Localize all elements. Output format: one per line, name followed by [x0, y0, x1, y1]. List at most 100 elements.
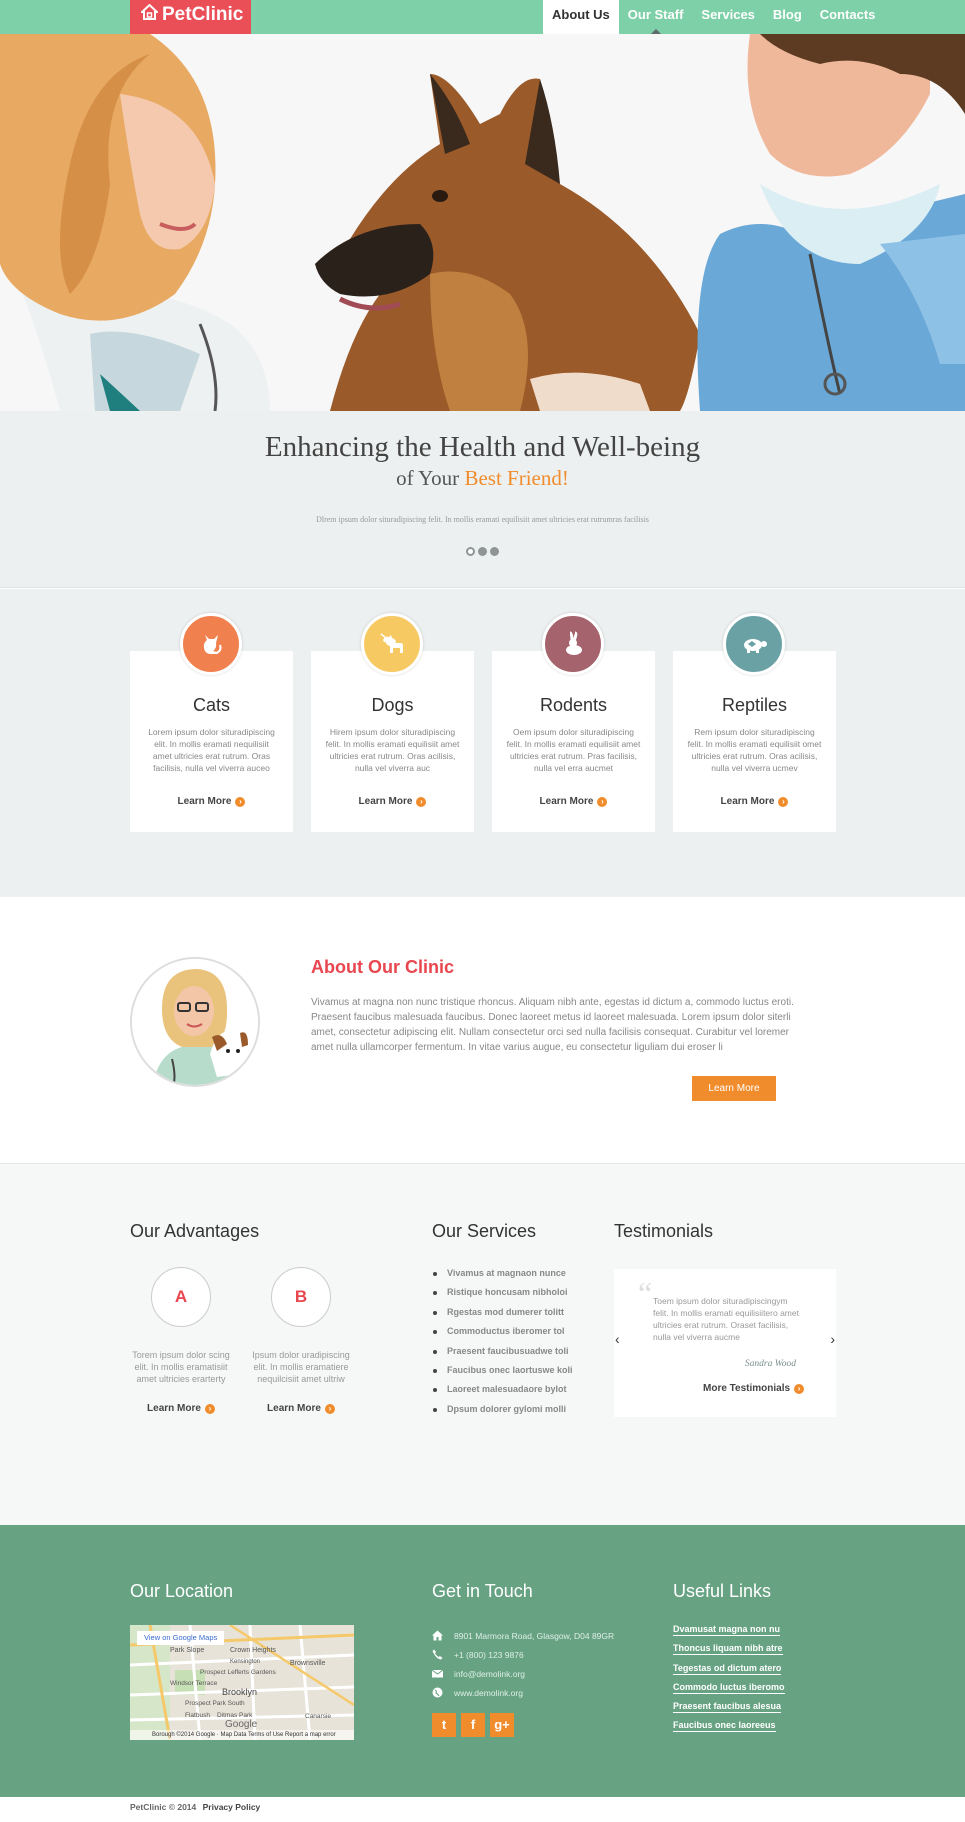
quote-icon: “ — [638, 1275, 653, 1311]
footer: Our Location Park Slope Crown Heights Br… — [0, 1525, 965, 1797]
useful-link-label: Thoncus liquam nibh atre — [673, 1643, 783, 1656]
slider-subtitle: of Your Best Friend! — [0, 466, 965, 491]
location-map[interactable]: Park Slope Crown Heights Brownsville Pro… — [130, 1625, 354, 1740]
advantage-text: Ipsum dolor uradipiscing elit. In mollis… — [252, 1350, 350, 1384]
advantage-a-learn-more-link[interactable]: Learn More › — [147, 1403, 215, 1414]
twitter-icon[interactable]: t — [432, 1713, 456, 1737]
useful-link-label: Praesent faucibus alesua — [673, 1701, 782, 1714]
service-item[interactable]: Vivamus at magnaon nunce — [432, 1264, 573, 1283]
testimonial-author: Sandra Wood — [744, 1359, 796, 1369]
card-title: Dogs — [371, 695, 414, 715]
dogs-learn-more-link[interactable]: Learn More › — [359, 796, 427, 807]
card-cats: Cats Lorem ipsum dolor situradipiscing e… — [130, 651, 293, 832]
map-label: Ditmas Park — [217, 1712, 253, 1719]
service-item[interactable]: Faucibus onec laortuswe koli — [432, 1361, 573, 1380]
nav-about-us[interactable]: About Us — [543, 0, 619, 34]
useful-link[interactable]: Commodo luctus iberomo — [673, 1678, 785, 1697]
slider-subtitle-highlight: Best Friend! — [464, 466, 569, 490]
useful-link[interactable]: Praesent faucibus alesua — [673, 1697, 785, 1716]
useful-link[interactable]: Thoncus liquam nibh atre — [673, 1639, 785, 1658]
service-item[interactable]: Praesent faucibusuadwe toli — [432, 1342, 573, 1361]
learn-more-label: Learn More — [720, 796, 775, 807]
copyright: PetClinic © 2014 Privacy Policy — [130, 1802, 260, 1812]
advantage-letter: B — [271, 1267, 331, 1327]
reptiles-learn-more-link[interactable]: Learn More › — [721, 796, 789, 807]
card-text: Hirem ipsum dolor situradipiscing felit.… — [325, 727, 460, 773]
learn-more-label: Learn More — [539, 796, 594, 807]
useful-link[interactable]: Faucibus onec laoreeus — [673, 1716, 785, 1735]
slider-dot-1[interactable] — [466, 547, 475, 556]
logo[interactable]: PetClinic — [130, 0, 251, 34]
hero-image — [0, 34, 965, 411]
contact-website[interactable]: www.demolink.org — [432, 1683, 523, 1702]
card-reptiles: Reptiles Rem ipsum dolor situradipiscing… — [673, 651, 836, 832]
copyright-text: PetClinic © 2014 — [130, 1802, 197, 1812]
slider-dot-2[interactable] — [478, 547, 487, 556]
privacy-policy-link[interactable]: Privacy Policy — [203, 1802, 261, 1812]
arrow-right-icon: › — [324, 1403, 335, 1414]
nav-our-staff[interactable]: Our Staff — [619, 0, 693, 34]
dog-icon — [361, 613, 423, 675]
useful-link-label: Tegestas od dictum atero — [673, 1662, 782, 1675]
service-item[interactable]: Rgestas mod dumerer tolitt — [432, 1303, 573, 1322]
map-label: Kensington — [230, 1659, 260, 1665]
arrow-right-icon: › — [778, 796, 789, 807]
slider-caption: Enhancing the Health and Well-being of Y… — [0, 411, 965, 588]
useful-link[interactable]: Dvamusat magna non nu — [673, 1620, 785, 1639]
service-item[interactable]: Ristique honcusam nibholoi — [432, 1283, 573, 1302]
mail-icon — [432, 1669, 443, 1678]
house-icon — [141, 4, 158, 20]
view-google-maps-button[interactable]: View on Google Maps — [137, 1631, 225, 1645]
copyright-bar: PetClinic © 2014 Privacy Policy — [0, 1797, 965, 1822]
info-section: Our Advantages A Torem ipsum dolor scing… — [0, 1164, 965, 1525]
cats-learn-more-link[interactable]: Learn More › — [178, 796, 246, 807]
service-item[interactable]: Laoreet malesuadaore bylot — [432, 1380, 573, 1399]
advantage-b-learn-more-link[interactable]: Learn More › — [267, 1403, 335, 1414]
home-icon — [432, 1630, 443, 1641]
advantage-b: B Ipsum dolor uradipiscing elit. In moll… — [246, 1267, 356, 1416]
main-nav: About Us Our Staff Services Blog Contact… — [543, 0, 884, 34]
useful-links-list: Dvamusat magna non nu Thoncus liquam nib… — [673, 1620, 785, 1736]
chevron-right-icon[interactable]: › — [830, 1331, 835, 1347]
useful-link-label: Faucibus onec laoreeus — [673, 1720, 776, 1733]
contact-text: www.demolink.org — [454, 1687, 523, 1698]
services-list: Vivamus at magnaon nunce Ristique honcus… — [432, 1264, 573, 1419]
contact-text: info@demolink.org — [454, 1668, 525, 1679]
card-text: Oem ipsum dolor situradipiscing felit. I… — [506, 727, 641, 773]
contact-title: Get in Touch — [432, 1581, 533, 1601]
card-title: Cats — [192, 695, 230, 715]
map-label: Prospect Park South — [185, 1700, 245, 1707]
turtle-icon — [723, 613, 785, 675]
useful-link[interactable]: Tegestas od dictum atero — [673, 1659, 785, 1678]
google-plus-icon[interactable]: g+ — [490, 1713, 514, 1737]
useful-link-label: Commodo luctus iberomo — [673, 1681, 785, 1694]
map-label: Brownsville — [290, 1660, 326, 1667]
nav-blog[interactable]: Blog — [764, 0, 811, 34]
card-title: Rodents — [539, 695, 608, 715]
service-item[interactable]: Commoductus iberomer tol — [432, 1322, 573, 1341]
location-title: Our Location — [130, 1581, 234, 1601]
useful-link-label: Dvamusat magna non nu — [673, 1624, 781, 1636]
contact-text: 8901 Marmora Road, Glasgow, D04 89GR — [454, 1630, 615, 1641]
services-title: Our Services — [432, 1221, 537, 1241]
chevron-left-icon[interactable]: ‹ — [615, 1331, 620, 1347]
about-section: About Our Clinic Vivamus at magna non nu… — [0, 897, 965, 1164]
contact-email[interactable]: info@demolink.org — [432, 1664, 525, 1683]
nav-services[interactable]: Services — [692, 0, 764, 34]
slider-dot-3[interactable] — [490, 547, 499, 556]
more-testimonials-link[interactable]: More Testimonials › — [703, 1383, 805, 1394]
facebook-icon[interactable]: f — [461, 1713, 485, 1737]
service-item[interactable]: Dpsum dolorer gylomi molli — [432, 1400, 573, 1419]
map-attribution: Borough ©2014 Google · Map Data Terms of… — [130, 1730, 354, 1740]
top-navigation-bar: PetClinic About Us Our Staff Services Bl… — [0, 0, 965, 34]
contact-phone: +1 (800) 123 9876 — [432, 1645, 524, 1664]
map-label: Windsor Terrace — [170, 1680, 218, 1687]
nav-contacts[interactable]: Contacts — [811, 0, 885, 34]
rodents-learn-more-link[interactable]: Learn More › — [540, 796, 608, 807]
about-learn-more-button[interactable]: Learn More — [692, 1076, 776, 1101]
testimonials-title: Testimonials — [614, 1221, 714, 1241]
rabbit-icon — [542, 613, 604, 675]
advantage-a: A Torem ipsum dolor scing elit. In molli… — [126, 1267, 236, 1416]
card-text: Lorem ipsum dolor situradipiscing elit. … — [148, 727, 275, 773]
card-title: Reptiles — [721, 695, 788, 715]
